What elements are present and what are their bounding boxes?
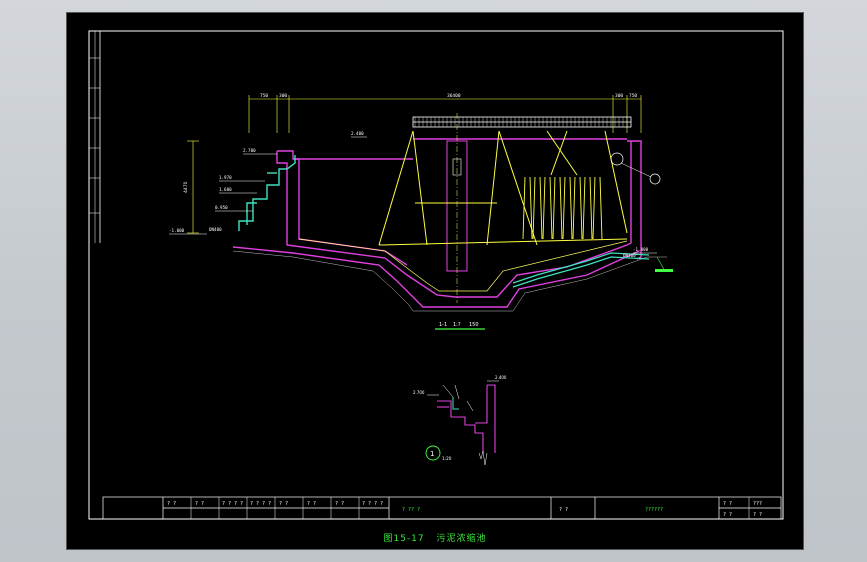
detail-scale: 1:20 bbox=[442, 456, 452, 461]
detail-label: 1 1:20 bbox=[425, 445, 452, 461]
tb-cell-5: ? ? bbox=[279, 501, 288, 507]
lev-pipe-2: 1.600 bbox=[219, 187, 232, 192]
section-scale-extra: 150 bbox=[469, 322, 479, 328]
tb-cell-2: ? ? bbox=[195, 501, 204, 507]
lev-top-left: 2.700 bbox=[243, 148, 256, 153]
drawing-caption: 图15-17 污泥浓缩池 bbox=[67, 531, 803, 544]
section-title: 1-1 1:? 150 bbox=[435, 322, 485, 330]
section-label: 1-1 bbox=[439, 322, 447, 328]
picket-rod bbox=[562, 176, 566, 240]
picket-rod bbox=[579, 176, 583, 240]
detail-drawing bbox=[437, 384, 496, 453]
top-dimension-text: 750 300 36400 300 750 bbox=[260, 93, 637, 99]
detail-lev-a: 2.700 bbox=[413, 390, 425, 395]
binding-strip-cells bbox=[89, 31, 100, 243]
dim-top-right-b: 750 bbox=[629, 93, 637, 99]
sludge-floor-line bbox=[298, 238, 628, 292]
scraper-bridge bbox=[412, 116, 632, 128]
tb-cell-7: ? ? bbox=[335, 501, 344, 507]
picket-rod bbox=[582, 176, 586, 240]
detail-number: 1 bbox=[430, 450, 434, 458]
picket-rod bbox=[589, 176, 593, 240]
caption-title: 污泥浓缩池 bbox=[436, 534, 487, 544]
title-block-text: ? ? ? ? ? ? ? ? ? ? ? ? ? ? ? ? ? ? ? ? … bbox=[167, 501, 762, 518]
dim-top-right-a: 300 bbox=[615, 93, 623, 99]
picket-rod bbox=[569, 176, 573, 240]
outer-border bbox=[88, 30, 784, 520]
picket-rod bbox=[532, 176, 536, 240]
discharge-pipe bbox=[512, 252, 650, 288]
title-block bbox=[102, 496, 782, 520]
picket-rod bbox=[552, 176, 556, 240]
tb-cell-4: ? ? ? ? bbox=[250, 501, 271, 507]
tb-drawing-name: ? ? bbox=[559, 507, 568, 513]
dim-top-left-a: 750 bbox=[260, 93, 268, 99]
dim-height: 4470 bbox=[183, 181, 189, 193]
picket-rod bbox=[549, 176, 553, 240]
tb-sheet2-no: ? ? bbox=[753, 512, 762, 518]
section-scale: 1:? bbox=[453, 322, 461, 328]
cad-drawing: ? ? ? ? ? ? ? ? ? ? ? ? ? ? ? ? ? ? ? ? … bbox=[88, 30, 784, 520]
lev-right: -1.800 bbox=[633, 247, 649, 252]
lev-water: 2.400 bbox=[351, 131, 364, 136]
dim-top-left-b: 300 bbox=[279, 93, 287, 99]
scraper-arms bbox=[378, 130, 628, 246]
pipe-right-label: DN300 bbox=[623, 253, 636, 258]
picket-rod bbox=[559, 176, 563, 240]
cad-viewport[interactable]: ? ? ? ? ? ? ? ? ? ? ? ? ? ? ? ? ? ? ? ? … bbox=[66, 12, 804, 550]
pipe-left-label: DN400 bbox=[209, 227, 222, 232]
tb-cell-8: ? ? ? ? bbox=[362, 501, 383, 507]
caption-code: 图15-17 bbox=[383, 534, 425, 544]
picket-rod bbox=[572, 176, 576, 240]
detail-weir bbox=[452, 397, 459, 410]
lev-pipe-1: 1.970 bbox=[219, 175, 232, 180]
detail-leaders bbox=[427, 380, 499, 466]
picket-rod bbox=[592, 176, 596, 240]
level-leaders bbox=[169, 136, 657, 254]
tb-code: ?????? bbox=[645, 507, 663, 513]
tb-sheet: ? ? bbox=[723, 501, 732, 507]
tb-cell-6: ? ? bbox=[307, 501, 316, 507]
tb-cell-1: ? ? bbox=[167, 501, 176, 507]
dim-top-mid: 36400 bbox=[447, 93, 461, 99]
tb-project: ? ?? ? bbox=[402, 507, 420, 513]
lev-pipe-3: 0.950 bbox=[215, 205, 228, 210]
central-column bbox=[446, 113, 468, 303]
picket-rod bbox=[529, 176, 533, 240]
detail-lev-b: 2.400 bbox=[495, 375, 507, 380]
picket-rods bbox=[522, 176, 603, 240]
picket-rod bbox=[539, 176, 543, 240]
level-annotations: 2.700 2.400 1.970 1.600 0.950 -1.000 -1.… bbox=[169, 131, 649, 258]
discharge-leader bbox=[656, 256, 666, 272]
lev-bottom-left: -1.000 bbox=[169, 228, 185, 233]
tb-sheet2: ? ? bbox=[723, 512, 732, 518]
tb-cell-3: ? ? ? ? bbox=[222, 501, 243, 507]
detail-leader bbox=[620, 162, 652, 178]
tb-sheet-no: ??? bbox=[753, 501, 762, 507]
picket-rod bbox=[599, 176, 603, 240]
picket-rod bbox=[542, 176, 546, 240]
level-hatch bbox=[655, 269, 673, 272]
detail-ref-circle bbox=[649, 173, 661, 185]
